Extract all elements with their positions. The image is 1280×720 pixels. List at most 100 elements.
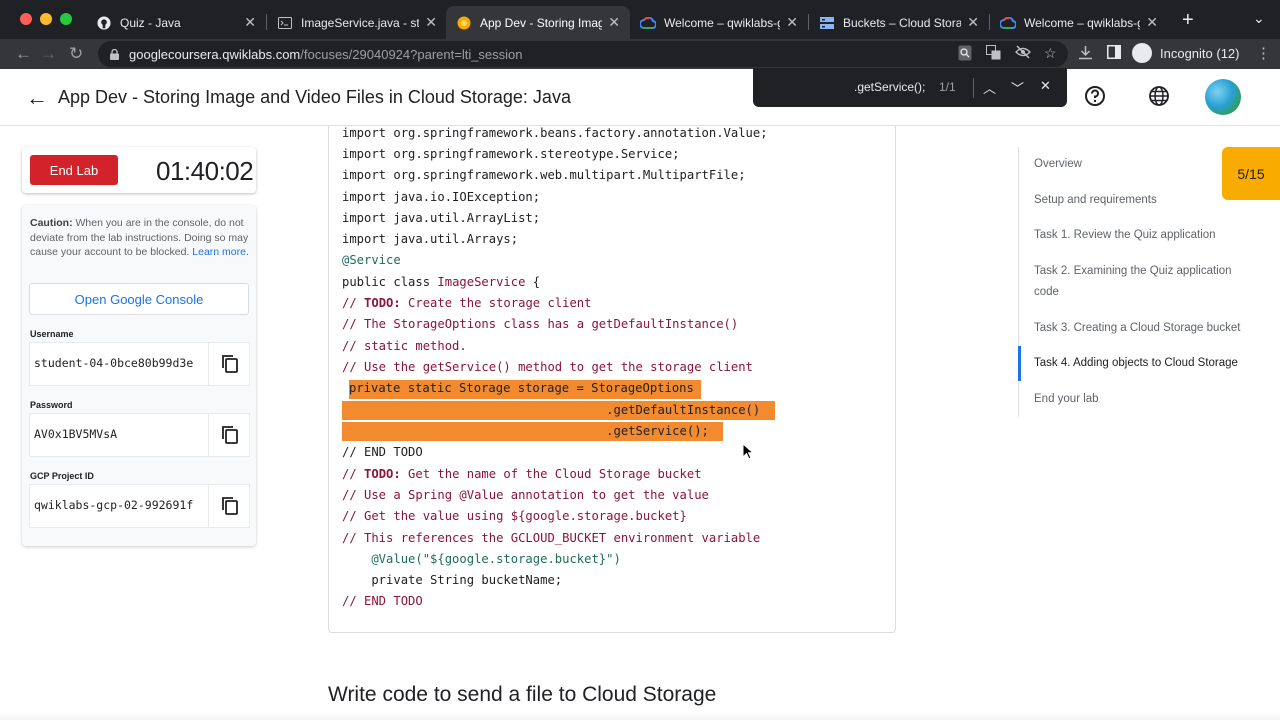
incognito-label: Incognito (12) — [1160, 45, 1240, 61]
code-todo: TODO: — [364, 296, 401, 310]
tab-welcome-1[interactable]: Welcome – qwiklabs-gcp ✕ — [630, 6, 808, 39]
code-line: @Value("${google.storage.bucket}") — [342, 552, 621, 566]
tab-welcome-2[interactable]: Welcome – qwiklabs-gcp ✕ — [990, 6, 1168, 39]
progress-badge[interactable]: 5/15 — [1222, 147, 1280, 200]
qwiklabs-icon — [456, 15, 472, 31]
code-line: public class ImageService { — [342, 272, 540, 293]
translate-icon[interactable] — [986, 45, 1001, 63]
eye-off-icon[interactable] — [1015, 45, 1031, 62]
mouse-cursor-icon — [742, 443, 754, 460]
close-icon[interactable]: ✕ — [786, 14, 798, 31]
tab-title: ImageService.java - stud — [301, 15, 420, 30]
google-cloud-icon — [1000, 15, 1016, 31]
code-line: // TODO: Create the storage client — [342, 293, 591, 314]
project-id-value[interactable]: qwiklabs-gcp-02-992691f — [34, 498, 194, 512]
caution-text: Caution: When you are in the console, do… — [30, 216, 252, 260]
caution-heading: Caution: — [30, 217, 73, 229]
tab-title: Quiz - Java — [120, 15, 181, 30]
close-icon[interactable]: ✕ — [1040, 78, 1051, 94]
tab-imageservice[interactable]: ImageService.java - stud ✕ — [267, 6, 447, 39]
code-line: import org.springframework.stereotype.Se… — [342, 147, 680, 161]
credentials-card: Caution: When you are in the console, do… — [22, 205, 256, 546]
close-window-button[interactable] — [20, 13, 32, 25]
google-cloud-icon — [640, 15, 656, 31]
find-count: 1/1 — [939, 80, 956, 94]
reload-icon[interactable]: ↻ — [69, 44, 83, 64]
close-icon[interactable]: ✕ — [425, 14, 437, 31]
menu-dots-icon[interactable]: ⋮ — [1256, 44, 1271, 62]
project-id-field[interactable]: qwiklabs-gcp-02-992691f — [29, 484, 250, 528]
password-value[interactable]: AV0x1BV5MVsA — [34, 427, 194, 441]
language-globe-icon[interactable] — [1148, 85, 1170, 107]
code-line: // END TODO — [342, 594, 423, 608]
code-line: // Use a Spring @Value annotation to get… — [342, 488, 709, 502]
tab-buckets[interactable]: Buckets – Cloud Storage ✕ — [809, 6, 989, 39]
download-icon[interactable] — [1078, 45, 1093, 63]
username-value[interactable]: student-04-0bce80b99d3e — [34, 356, 194, 370]
project-id-label: GCP Project ID — [30, 471, 94, 481]
toc-item-overview[interactable]: Overview — [1034, 154, 1254, 175]
toc-item-end-lab[interactable]: End your lab — [1034, 389, 1254, 410]
code-line-highlighted: .getDefaultInstance() — [342, 403, 761, 417]
tab-search-chevron-icon[interactable]: ⌄ — [1253, 10, 1265, 27]
code-line: // END TODO — [342, 445, 423, 459]
incognito-indicator[interactable]: Incognito (12) — [1132, 43, 1240, 63]
tab-app-dev-active[interactable]: App Dev - Storing Image ✕ — [446, 6, 630, 39]
copy-icon[interactable] — [208, 343, 250, 385]
toc-item-task-3[interactable]: Task 3. Creating a Cloud Storage bucket — [1034, 318, 1254, 339]
help-icon[interactable] — [1084, 85, 1106, 107]
avatar[interactable] — [1205, 79, 1241, 115]
close-icon[interactable]: ✕ — [967, 14, 979, 31]
toc-item-setup[interactable]: Setup and requirements — [1034, 190, 1254, 211]
code-line: @Service — [342, 253, 401, 267]
close-icon[interactable]: ✕ — [608, 14, 620, 31]
find-input[interactable]: .getService(); — [854, 80, 925, 94]
url-field[interactable]: googlecoursera.qwiklabs.com/focuses/2904… — [98, 41, 1068, 67]
cloud-storage-icon — [819, 15, 835, 31]
tab-quiz-java[interactable]: Quiz - Java ✕ — [86, 6, 266, 39]
password-label: Password — [30, 400, 73, 410]
find-in-page-icon[interactable] — [958, 45, 972, 64]
end-lab-button[interactable]: End Lab — [30, 155, 118, 185]
chevron-up-icon[interactable]: ︿ — [983, 78, 996, 97]
minimize-window-button[interactable] — [40, 13, 52, 25]
code-comment: Create the storage client — [400, 296, 592, 310]
back-arrow-icon[interactable]: ← — [26, 85, 48, 111]
open-google-console-button[interactable]: Open Google Console — [29, 283, 249, 315]
code-line: // static method. — [342, 339, 467, 353]
chevron-down-icon[interactable]: ﹀ — [1011, 78, 1024, 97]
toc-item-task-1[interactable]: Task 1. Review the Quiz application — [1034, 225, 1254, 246]
code-line: import java.util.ArrayList; — [342, 211, 541, 225]
copy-icon[interactable] — [208, 414, 250, 456]
url-host: googlecoursera.qwiklabs.com — [129, 46, 301, 62]
lab-timer-card: End Lab 01:40:02 — [22, 147, 256, 193]
code-todo: TODO: — [364, 467, 401, 481]
toc-item-task-2[interactable]: Task 2. Examining the Quiz application c… — [1034, 261, 1254, 303]
copy-icon[interactable] — [208, 485, 250, 527]
code-line: // Use the getService() method to get th… — [342, 360, 753, 374]
browser-tab-bar: Quiz - Java ✕ ImageService.java - stud ✕… — [0, 0, 1280, 39]
code-line-highlighted: private static Storage storage = Storage… — [349, 381, 694, 395]
close-icon[interactable]: ✕ — [244, 14, 256, 31]
username-field[interactable]: student-04-0bce80b99d3e — [29, 342, 250, 386]
side-panel-icon[interactable] — [1107, 45, 1121, 62]
code-line-highlighted: .getService(); — [342, 424, 709, 438]
code-text: { — [525, 275, 541, 289]
code-line: import java.io.IOException; — [342, 190, 541, 204]
url-path: /focuses/29040924?parent=lti_session — [300, 46, 523, 62]
code-comment: // — [342, 467, 365, 481]
close-icon[interactable]: ✕ — [1146, 14, 1158, 31]
toc-item-task-4[interactable]: Task 4. Adding objects to Cloud Storage — [1034, 353, 1254, 374]
code-line: import java.util.Arrays; — [342, 232, 519, 246]
back-arrow-icon[interactable]: ← — [15, 44, 32, 64]
forward-arrow-icon[interactable]: → — [40, 44, 57, 64]
bookmark-star-icon[interactable]: ☆ — [1044, 45, 1057, 62]
page-title: App Dev - Storing Image and Video Files … — [58, 87, 571, 107]
new-tab-button[interactable]: + — [1182, 10, 1194, 30]
code-block: import org.springframework.beans.factory… — [328, 126, 896, 633]
toc-active-indicator — [1018, 346, 1021, 381]
password-field[interactable]: AV0x1BV5MVsA — [29, 413, 250, 457]
code-line: import org.springframework.beans.factory… — [342, 126, 768, 140]
learn-more-link[interactable]: Learn more. — [192, 246, 249, 258]
maximize-window-button[interactable] — [60, 13, 72, 25]
